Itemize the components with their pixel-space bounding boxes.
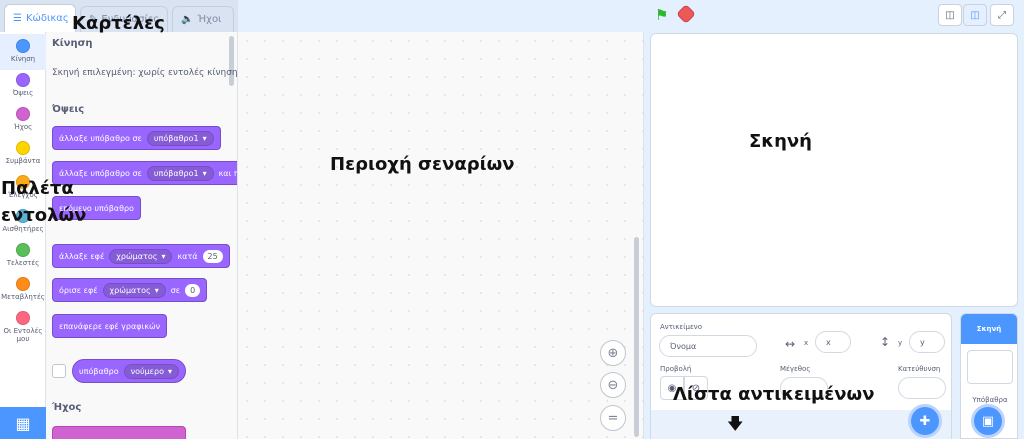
block-set-effect[interactable]: όρισε εφέ χρώματος ▾ σε 0 [52, 278, 208, 302]
looks-dot-icon [16, 73, 30, 87]
small-stage-icon: ◫ [945, 9, 955, 21]
x-position-field[interactable]: x [815, 331, 851, 353]
category-sound[interactable]: Ήχος [0, 102, 46, 138]
backdrop-attribute-dropdown[interactable]: νούμερο ▾ [123, 363, 179, 379]
direction-label: Κατεύθυνση [898, 365, 941, 373]
variables-dot-icon [16, 277, 30, 291]
annotation-scripts: Περιοχή σεναρίων [330, 154, 515, 175]
block-change-effect[interactable]: άλλαξε εφέ χρώματος ▾ κατά 25 [52, 244, 230, 268]
extension-icon: ▦ [15, 413, 31, 433]
show-label: Προβολή [660, 365, 692, 373]
fullscreen-button[interactable]: ⤢ [990, 4, 1014, 26]
zoom-reset-icon: = [607, 410, 619, 426]
block-backdrop-reporter[interactable]: υπόβαθρο νούμερο ▾ [72, 359, 186, 383]
effect-dropdown[interactable]: χρώματος ▾ [102, 282, 166, 298]
cat-icon: ✚ [919, 413, 931, 429]
motion-dot-icon [16, 39, 30, 53]
large-stage-icon: ◫ [970, 9, 980, 21]
tab-sounds[interactable]: 🔈 Ήχοι [172, 6, 234, 32]
looks-section-header: Όψεις [52, 104, 85, 115]
events-dot-icon [16, 141, 30, 155]
operators-dot-icon [16, 243, 30, 257]
image-icon: ▣ [981, 413, 995, 429]
category-looks[interactable]: Όψεις [0, 68, 46, 104]
size-label: Μέγεθος [780, 365, 811, 373]
chevron-down-icon: ▾ [154, 285, 159, 295]
palette-scrollbar[interactable] [229, 36, 234, 86]
backdrops-label: Υπόβαθρα [972, 396, 1008, 404]
scratch-editor: ☰ Κώδικας ✎ Ενδυμασίες 🔈 Ήχοι Κίνηση Όψε… [0, 0, 1024, 439]
vertical-arrows-icon: ↕ [880, 335, 891, 349]
zoom-out-button[interactable]: ⊖ [600, 372, 626, 398]
my-blocks-dot-icon [16, 311, 30, 325]
chevron-down-icon: ▾ [202, 168, 207, 178]
large-stage-button[interactable]: ◫ [963, 4, 987, 26]
category-menu: Κίνηση Όψεις Ήχος Συμβάντα Έλεγχος Αισθη… [0, 32, 46, 439]
effect-amount-input[interactable]: 25 [202, 249, 223, 263]
category-events[interactable]: Συμβάντα [0, 136, 46, 172]
chevron-down-icon: ▾ [161, 251, 166, 261]
motion-empty-note: Σκηνή επιλεγμένη: χωρίς εντολές κίνησης [52, 68, 238, 78]
y-label: y [898, 339, 903, 347]
small-stage-button[interactable]: ◫ [938, 4, 962, 26]
chevron-down-icon: ▾ [167, 366, 172, 376]
y-position-field[interactable]: y [909, 331, 945, 353]
backdrop-dropdown[interactable]: υπόβαθρο1 ▾ [146, 130, 214, 146]
backdrop-monitor-checkbox[interactable] [52, 364, 66, 378]
stage-thumbnail[interactable] [967, 350, 1013, 384]
arrow-down-icon: 🡇 [727, 414, 744, 433]
speaker-icon: 🔈 [181, 14, 194, 25]
annotation-palette: Παλέτα εντολών [1, 178, 87, 226]
category-motion[interactable]: Κίνηση [0, 34, 46, 70]
zoom-in-icon: ⊕ [607, 345, 619, 361]
script-scrollbar[interactable] [634, 237, 639, 437]
annotation-stage: Σκηνή [749, 131, 812, 152]
block-switch-backdrop[interactable]: άλλαξε υπόβαθρο σε υπόβαθρο1 ▾ [52, 126, 221, 150]
script-area[interactable] [238, 32, 644, 439]
x-label: x [804, 339, 809, 347]
chevron-down-icon: ▾ [202, 133, 207, 143]
stage[interactable] [650, 33, 1018, 307]
annotation-tabs: Καρτέλες [72, 13, 165, 34]
sound-section-header: Ήχος [52, 402, 82, 413]
category-my-blocks[interactable]: Οι Εντολές μου [0, 306, 46, 350]
horizontal-arrows-icon: ↔ [785, 337, 796, 351]
effect-value-input[interactable]: 0 [185, 283, 201, 297]
stage-selector-header: Σκηνή [961, 314, 1017, 344]
annotation-sprites: Λίστα αντικειμένων [673, 384, 875, 405]
choose-backdrop-button[interactable]: ▣ [971, 404, 1005, 438]
fullscreen-icon: ⤢ [998, 9, 1006, 21]
choose-sprite-button[interactable]: ✚ [908, 404, 942, 438]
direction-field[interactable] [898, 377, 946, 399]
zoom-reset-button[interactable]: = [600, 405, 626, 431]
sprite-list[interactable] [651, 410, 951, 439]
green-flag-icon[interactable]: ⚑ [655, 6, 668, 24]
zoom-out-icon: ⊖ [607, 377, 619, 393]
backdrop-dropdown[interactable]: υπόβαθρο1 ▾ [146, 165, 214, 181]
effect-dropdown[interactable]: χρώματος ▾ [109, 248, 173, 264]
block-palette: Κίνηση Σκηνή επιλεγμένη: χωρίς εντολές κ… [46, 32, 238, 439]
add-extension-button[interactable]: ▦ [0, 407, 46, 439]
zoom-in-button[interactable]: ⊕ [600, 340, 626, 366]
sprite-name-field[interactable]: Όνομα [659, 335, 757, 357]
category-variables[interactable]: Μεταβλητές [0, 272, 46, 308]
motion-section-header: Κίνηση [52, 38, 93, 49]
sprite-label: Αντικείμενο [660, 323, 702, 331]
sound-dot-icon [16, 107, 30, 121]
category-operators[interactable]: Τελεστές [0, 238, 46, 274]
block-sound-partial[interactable] [52, 426, 186, 439]
code-icon: ☰ [13, 13, 22, 24]
tab-code[interactable]: ☰ Κώδικας [4, 4, 76, 32]
block-clear-graphic-effects[interactable]: επανάφερε εφέ γραφικών [52, 314, 168, 338]
